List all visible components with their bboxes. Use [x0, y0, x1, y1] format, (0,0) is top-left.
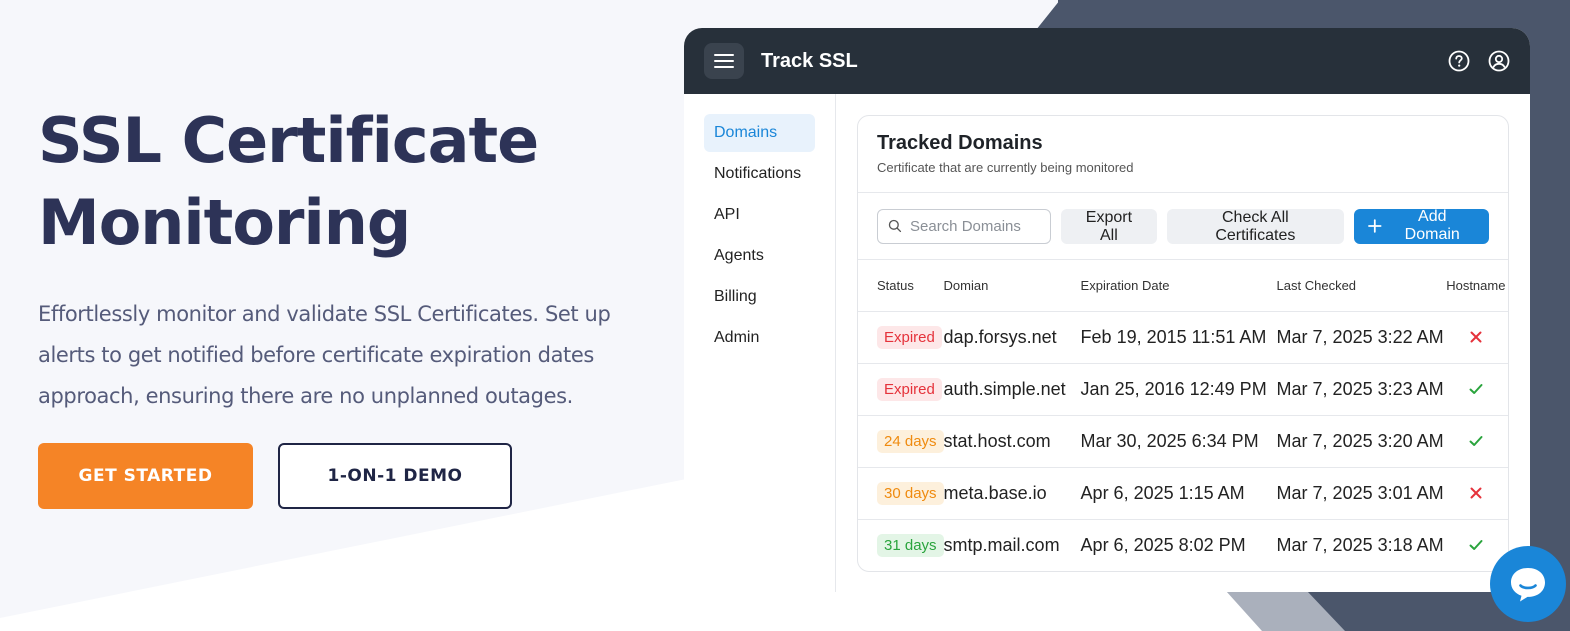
- add-domain-button[interactable]: Add Domain: [1353, 208, 1489, 244]
- card-subtitle: Certificate that are currently being mon…: [877, 160, 1134, 175]
- sidebar-item-api[interactable]: API: [704, 196, 815, 234]
- add-domain-label: Add Domain: [1404, 208, 1460, 243]
- table-row[interactable]: 30 days meta.base.io Apr 6, 2025 1:15 AM Ma…: [858, 467, 1508, 520]
- check-icon: [1469, 435, 1483, 446]
- card-toolbar: Export All Check All Certificates Add Do…: [858, 193, 1508, 260]
- table-row[interactable]: 31 days smtp.mail.com Apr 6, 2025 8:02 PM M…: [858, 519, 1508, 571]
- chat-bubble-icon: [1511, 568, 1545, 602]
- cell-status: 24 days: [858, 415, 944, 468]
- check-icon: [1469, 539, 1483, 550]
- get-started-button[interactable]: GET STARTED: [38, 443, 253, 509]
- card-title: Tracked Domains: [877, 132, 1043, 154]
- cell-expiration-date: Jan 25, 2016 12:49 PM: [1080, 363, 1277, 416]
- cell-hostname: [1443, 311, 1508, 364]
- app-sidebar: Domains Notifications API Agents Billing…: [684, 94, 836, 592]
- app-topbar: Track SSL: [684, 28, 1530, 94]
- table-header-row: Status Domian Expiration Date Last Check…: [858, 260, 1508, 312]
- tracked-domains-card: Tracked Domains Certificate that are cur…: [857, 115, 1509, 572]
- cell-hostname: [1443, 415, 1508, 468]
- cell-last-checked: Mar 7, 2025 3:22 AM: [1276, 311, 1444, 364]
- status-badge: 31 days: [877, 533, 944, 557]
- app-title: Track SSL: [761, 49, 858, 72]
- search-input[interactable]: [910, 217, 1040, 235]
- status-badge: Expired: [877, 377, 942, 401]
- user-account-icon[interactable]: [1488, 50, 1510, 72]
- cell-expiration-date: Apr 6, 2025 8:02 PM: [1080, 534, 1246, 555]
- hero-title-line1: SSL Certificate: [38, 104, 539, 177]
- cross-icon: [1470, 331, 1482, 342]
- check-icon: [1469, 383, 1483, 394]
- chat-widget-button[interactable]: [1490, 546, 1566, 622]
- status-badge: 24 days: [877, 429, 944, 453]
- cell-last-checked: Mar 7, 2025 3:23 AM: [1276, 363, 1444, 416]
- column-header-expiration[interactable]: Expiration Date: [1080, 260, 1277, 312]
- cell-domain[interactable]: stat.host.com: [943, 415, 1081, 468]
- column-header-last-checked[interactable]: Last Checked: [1276, 260, 1444, 312]
- cell-last-checked: Mar 7, 2025 3:18 AM: [1276, 534, 1444, 555]
- sidebar-item-admin[interactable]: Admin: [704, 319, 815, 357]
- sidebar-item-billing[interactable]: Billing: [704, 278, 815, 316]
- app-screenshot: Track SSL Domains Notifications API Agen…: [684, 28, 1530, 592]
- cell-hostname: [1443, 363, 1508, 416]
- hamburger-menu-button[interactable]: [704, 43, 744, 79]
- domains-table: Status Domian Expiration Date Last Check…: [858, 260, 1508, 571]
- cell-last-checked: Mar 7, 2025 3:20 AM: [1276, 415, 1444, 468]
- cell-status: 31 days: [858, 519, 944, 571]
- demo-button[interactable]: 1-ON-1 DEMO: [278, 443, 512, 509]
- topbar-actions: [1448, 50, 1510, 72]
- check-all-certificates-button[interactable]: Check All Certificates: [1166, 208, 1344, 244]
- hero-title: SSL Certificate Monitoring: [38, 100, 648, 264]
- cell-domain[interactable]: meta.base.io: [943, 467, 1081, 520]
- sidebar-item-agents[interactable]: Agents: [704, 237, 815, 275]
- column-header-domain[interactable]: Domian: [943, 260, 1081, 312]
- search-icon: [888, 219, 902, 233]
- cell-expiration-date: Mar 30, 2025 6:34 PM: [1080, 415, 1277, 468]
- cell-status: 30 days: [858, 467, 944, 520]
- cell-domain[interactable]: auth.simple.net: [943, 363, 1081, 416]
- export-all-button[interactable]: Export All: [1061, 208, 1157, 244]
- column-header-status[interactable]: Status: [858, 260, 944, 312]
- cell-hostname: [1443, 467, 1508, 520]
- cross-icon: [1470, 487, 1482, 498]
- help-icon[interactable]: [1448, 50, 1470, 72]
- cell-domain[interactable]: smtp.mail.com: [944, 519, 1081, 571]
- table-row[interactable]: Expired auth.simple.net Jan 25, 2016 12:49…: [858, 363, 1508, 416]
- column-header-hostname[interactable]: Hostname: [1443, 260, 1508, 312]
- table-row[interactable]: 24 days stat.host.com Mar 30, 2025 6:34 PM…: [858, 415, 1508, 468]
- hamburger-icon: [714, 54, 734, 68]
- cell-last-checked: Mar 7, 2025 3:01 AM: [1276, 467, 1444, 520]
- status-badge: 30 days: [877, 481, 944, 505]
- hero-title-line2: Monitoring: [38, 186, 411, 259]
- table-row[interactable]: Expired dap.forsys.net Feb 19, 2015 11:51 …: [858, 311, 1508, 364]
- hero-description: Effortlessly monitor and validate SSL Ce…: [38, 302, 611, 408]
- hero-section: SSL Certificate Monitoring Effortlessly …: [38, 100, 648, 509]
- search-box[interactable]: [877, 208, 1051, 244]
- card-header: Tracked Domains Certificate that are cur…: [858, 116, 1508, 193]
- cell-expiration-date: Apr 6, 2025 1:15 AM: [1080, 467, 1277, 520]
- status-badge: Expired: [877, 325, 942, 349]
- cell-status: Expired: [858, 363, 944, 416]
- cell-expiration-date: Feb 19, 2015 11:51 AM: [1080, 311, 1277, 364]
- sidebar-item-notifications[interactable]: Notifications: [704, 155, 815, 193]
- cell-status: Expired: [858, 311, 944, 364]
- plus-icon: [1368, 219, 1382, 233]
- hero-actions: GET STARTED 1-ON-1 DEMO: [38, 443, 512, 509]
- cell-domain[interactable]: dap.forsys.net: [943, 311, 1081, 364]
- sidebar-item-domains[interactable]: Domains: [704, 114, 815, 152]
